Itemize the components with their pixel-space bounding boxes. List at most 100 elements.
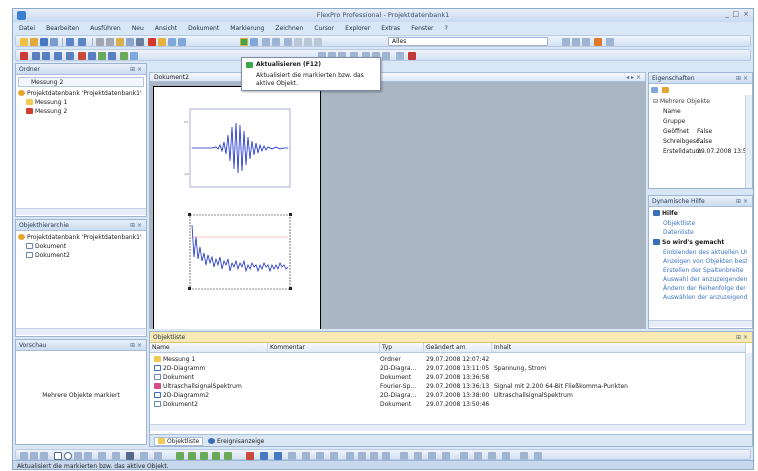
tool-icon[interactable] <box>108 52 116 60</box>
tree-item-dokument[interactable]: Dokument <box>26 242 66 251</box>
tool-icon[interactable] <box>316 452 324 460</box>
chart-tool-icon[interactable] <box>212 452 220 460</box>
pin-icon[interactable]: ⊞ × <box>736 75 748 82</box>
chart-tool-icon[interactable] <box>188 452 196 460</box>
help-hscroll[interactable] <box>649 320 752 327</box>
tree-item-messung1[interactable]: Messung 1 <box>26 98 67 107</box>
table-row[interactable]: Messung 1 Ordner 29.07.2008 12:07:42 <box>150 355 746 364</box>
tool-icon[interactable] <box>428 452 436 460</box>
tab-nav-icon[interactable]: ◂ ▸ × <box>626 74 641 81</box>
find-icon[interactable] <box>136 38 144 46</box>
tool-icon[interactable] <box>98 452 106 460</box>
text-icon[interactable] <box>84 452 92 460</box>
help-link[interactable]: Datenliste <box>663 228 694 237</box>
line-style-icon[interactable] <box>126 452 134 460</box>
column-name[interactable]: Name <box>150 343 268 353</box>
tool-icon[interactable] <box>98 52 106 60</box>
highlight-icon[interactable] <box>594 38 602 46</box>
maximize-button[interactable]: □ <box>732 10 739 18</box>
tree-item-database[interactable]: Projektdatenbank 'Projektdatenbank1' <box>18 233 142 242</box>
category-icon[interactable] <box>662 87 670 93</box>
tool-icon[interactable] <box>78 52 86 60</box>
chart-tool-icon[interactable] <box>176 452 184 460</box>
menu-dokument[interactable]: Dokument <box>188 25 219 32</box>
help-link[interactable]: Erstellen der Spaltenbreite <box>663 266 747 275</box>
cursor-icon[interactable] <box>274 452 282 460</box>
column-modified[interactable]: Geändert am <box>424 343 492 353</box>
tool-icon[interactable] <box>474 452 482 460</box>
tool-icon[interactable] <box>304 38 312 46</box>
tool-icon[interactable] <box>442 452 450 460</box>
tool-icon[interactable] <box>488 452 496 460</box>
tool-icon[interactable] <box>414 452 422 460</box>
menu-cursor[interactable]: Cursor <box>314 25 334 32</box>
pin-icon[interactable]: ⊞ × <box>736 334 748 341</box>
property-row[interactable]: Geöffnet False <box>663 127 743 136</box>
tool-icon[interactable] <box>582 38 590 46</box>
help-link[interactable]: Auswählen der anzuzeigenden... <box>663 293 747 302</box>
zoom-icon[interactable] <box>358 452 366 460</box>
tool-icon[interactable] <box>120 52 128 60</box>
tool-icon[interactable] <box>112 452 120 460</box>
hierarchy-hscroll[interactable] <box>16 328 146 335</box>
property-row[interactable]: Gruppe <box>663 117 743 126</box>
tab-objektliste[interactable]: Objektliste <box>154 437 204 446</box>
menu-zeichnen[interactable]: Zeichnen <box>275 25 303 32</box>
zoom-icon[interactable] <box>284 38 292 46</box>
tool-icon[interactable] <box>294 38 302 46</box>
object-list-vscroll[interactable] <box>745 353 752 431</box>
list-icon[interactable] <box>396 52 404 60</box>
help-link[interactable]: Auswahl der anzuzeigenden S... <box>663 275 747 284</box>
tool-icon[interactable] <box>30 452 38 460</box>
chart-tool-icon[interactable] <box>200 452 208 460</box>
help-link[interactable]: Objektliste <box>663 219 695 228</box>
menu-datei[interactable]: Datei <box>19 25 35 32</box>
spectrum-chart[interactable] <box>188 213 292 290</box>
cut-icon[interactable] <box>96 38 104 46</box>
properties-group[interactable]: ⊟ Mehrere Objekte <box>653 97 710 106</box>
tool-icon[interactable] <box>330 452 338 460</box>
tool-icon[interactable] <box>66 52 74 60</box>
table-row[interactable]: 2D-Diagramm2 2D-Diagra... 29.07.2008 13:… <box>150 391 746 400</box>
tool-icon[interactable] <box>460 452 468 460</box>
pin-icon[interactable]: ⊞ × <box>130 342 142 349</box>
filter-combo[interactable]: Alles <box>388 37 548 46</box>
menu-fenster[interactable]: Fenster <box>411 25 433 32</box>
save-icon[interactable] <box>40 38 48 46</box>
table-row[interactable]: Dokument Dokument 29.07.2008 13:36:58 <box>150 373 746 382</box>
ellipse-icon[interactable] <box>64 452 72 460</box>
new-icon[interactable] <box>20 38 28 46</box>
chart-tool-icon[interactable] <box>224 452 232 460</box>
tool-icon[interactable] <box>400 452 408 460</box>
close-button[interactable]: × <box>743 10 749 18</box>
tool-icon[interactable] <box>606 38 614 46</box>
delete-icon[interactable] <box>148 38 156 46</box>
tool-icon[interactable] <box>534 452 542 460</box>
tab-ereignisanzeige[interactable]: Ereignisanzeige <box>208 438 264 445</box>
column-content[interactable]: Inhalt <box>492 343 746 353</box>
filter-icon[interactable] <box>562 38 570 46</box>
tool-icon[interactable] <box>288 452 296 460</box>
print-icon[interactable] <box>50 38 58 46</box>
tool-icon[interactable] <box>32 52 40 60</box>
property-row[interactable]: Schreibgesc... False <box>663 137 743 146</box>
property-row[interactable]: Name <box>663 107 743 116</box>
tool-icon[interactable] <box>42 52 50 60</box>
refresh-all-icon[interactable] <box>250 38 258 46</box>
properties-vscroll[interactable] <box>745 95 752 188</box>
paste-icon[interactable] <box>116 38 124 46</box>
redo-icon[interactable] <box>78 38 86 46</box>
menu-help[interactable]: ? <box>445 25 448 32</box>
column-type[interactable]: Typ <box>380 343 424 353</box>
list-icon[interactable] <box>178 38 186 46</box>
sort-icon[interactable] <box>651 87 658 93</box>
tool-icon[interactable] <box>302 452 310 460</box>
menu-neu[interactable]: Neu <box>132 25 144 32</box>
open-icon[interactable] <box>30 38 38 46</box>
tree-item-dokument2[interactable]: Dokument2 <box>26 251 70 260</box>
help-link[interactable]: Ändern der Reihenfolge der Sp... <box>663 284 747 293</box>
property-row[interactable]: Erstelldatum 29.07.2008 13:5 <box>663 147 749 156</box>
pin-icon[interactable]: ⊞ × <box>130 222 142 229</box>
menu-ausfuehren[interactable]: Ausführen <box>90 25 121 32</box>
tool-icon[interactable] <box>520 452 528 460</box>
